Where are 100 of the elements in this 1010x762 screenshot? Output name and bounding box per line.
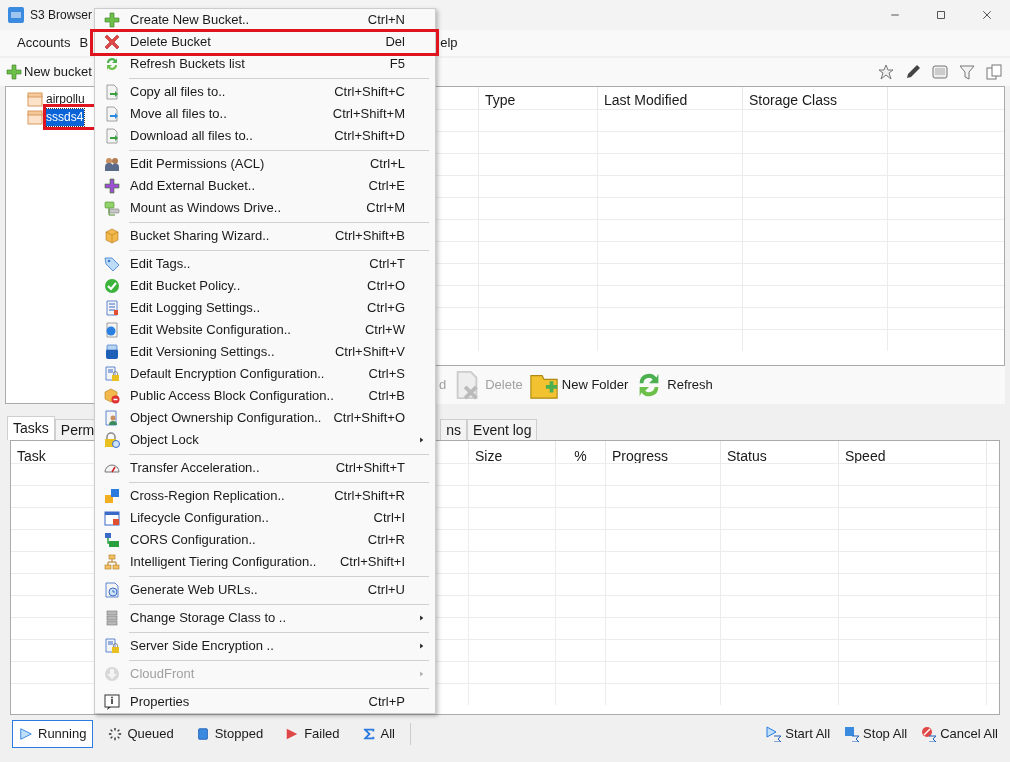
globe-document-icon [104, 322, 120, 338]
column-header[interactable]: Speed [839, 441, 987, 463]
cross-icon [104, 34, 120, 50]
squares-icon [104, 488, 120, 504]
bucket-icon [104, 344, 120, 360]
menu-item[interactable]: Change Storage Class to .. [95, 607, 435, 629]
filter-button[interactable] [958, 63, 975, 81]
copy-button[interactable] [985, 63, 1002, 81]
hierarchy-icon [104, 554, 120, 570]
down-arrow-icon [104, 666, 120, 682]
check-icon [104, 278, 120, 294]
menu-item[interactable]: Add External Bucket.. Ctrl+E [95, 175, 435, 197]
bucket-icon [27, 91, 43, 107]
tree-item[interactable]: sssds4 [45, 108, 85, 126]
computer-drive-icon [104, 200, 120, 216]
close-icon [981, 9, 993, 21]
star-icon [877, 64, 894, 80]
menu-item[interactable]: Create New Bucket.. Ctrl+N [95, 9, 435, 31]
refresh-icon [104, 56, 120, 72]
menu-item[interactable]: Public Access Block Configuration.. Ctrl+B [95, 385, 435, 407]
menu-item[interactable]: Bucket Sharing Wizard.. Ctrl+Shift+B [95, 225, 435, 247]
window-icon [931, 64, 948, 80]
filter-icon [958, 64, 975, 80]
spinner-icon [108, 727, 123, 741]
boxes-arrow-icon [104, 532, 120, 548]
plus-icon [104, 12, 120, 28]
menu-item[interactable]: Delete Bucket Del [95, 31, 435, 53]
document-arrow-icon [104, 128, 120, 144]
menu-item[interactable]: Edit Website Configuration.. Ctrl+W [95, 319, 435, 341]
menu-item[interactable]: Move all files to.. Ctrl+Shift+M [95, 103, 435, 125]
menu-item[interactable]: Default Encryption Configuration.. Ctrl+S [95, 363, 435, 385]
menu-item[interactable]: Lifecycle Configuration.. Ctrl+I [95, 507, 435, 529]
stop-icon [844, 726, 861, 742]
action-button[interactable]: Cancel All [921, 724, 998, 744]
tab[interactable]: Event log [467, 419, 538, 440]
server-icon [104, 610, 120, 626]
menu-item[interactable]: Generate Web URLs.. Ctrl+U [95, 579, 435, 601]
column-header[interactable]: Storage Class [743, 87, 888, 109]
menu-item[interactable]: Copy all files to.. Ctrl+Shift+C [95, 81, 435, 103]
new-bucket-button[interactable]: New bucket [6, 62, 92, 82]
column-header[interactable]: Progress [606, 441, 721, 463]
app-icon [8, 7, 24, 23]
menu-item[interactable]: Accounts [10, 33, 78, 53]
maximize-icon [935, 9, 947, 21]
copy-icon [985, 64, 1002, 80]
star-button[interactable] [877, 63, 894, 81]
menu-item[interactable]: Server Side Encryption .. [95, 635, 435, 657]
toolbar-button[interactable]: New Folder [528, 370, 629, 400]
filter-tab[interactable]: Failed [278, 720, 347, 748]
tab[interactable]: Tasks [7, 416, 55, 440]
document-arrow-icon [104, 106, 120, 122]
pencil-icon [904, 64, 921, 80]
column-header[interactable]: Type [479, 87, 598, 109]
document-lock-icon [104, 638, 120, 654]
tag-icon [104, 256, 120, 272]
calendar-icon [104, 510, 120, 526]
column-header[interactable]: % [556, 441, 606, 463]
menu-item[interactable]: Edit Versioning Settings.. Ctrl+Shift+V [95, 341, 435, 363]
document-lock-icon [104, 366, 120, 382]
menu-item[interactable]: Cross-Region Replication.. Ctrl+Shift+R [95, 485, 435, 507]
bucket-icon [27, 109, 43, 125]
menu-item[interactable]: Intelligent Tiering Configuration.. Ctrl+Shift+I [95, 551, 435, 573]
window-title: S3 Browser [30, 7, 93, 24]
filter-tab[interactable]: Queued [101, 720, 181, 748]
document-list-icon [104, 300, 120, 316]
menu-item[interactable]: Download all files to.. Ctrl+Shift+D [95, 125, 435, 147]
document-arrow-icon [104, 84, 120, 100]
plus-icon [6, 64, 22, 80]
stop-icon [195, 727, 210, 741]
sigma-icon [361, 727, 376, 741]
menu-item[interactable]: Edit Permissions (ACL) Ctrl+L [95, 153, 435, 175]
menu-item[interactable]: Refresh Buckets list F5 [95, 53, 435, 75]
document-clock-icon [104, 582, 120, 598]
pencil-button[interactable] [904, 63, 921, 81]
column-header[interactable]: Last Modified [598, 87, 743, 109]
menu-item[interactable]: Properties Ctrl+P [95, 691, 435, 713]
play-icon [766, 726, 783, 742]
filter-tab[interactable]: Stopped [188, 720, 271, 748]
toolbar-button[interactable]: Refresh [634, 370, 713, 400]
action-button[interactable]: Stop All [844, 724, 908, 744]
plus-icon [104, 178, 120, 194]
box-block-icon [104, 388, 120, 404]
menu-item[interactable]: Mount as Windows Drive.. Ctrl+M [95, 197, 435, 219]
menu-item[interactable]: Edit Tags.. Ctrl+T [95, 253, 435, 275]
menu-item[interactable]: Transfer Acceleration.. Ctrl+Shift+T [95, 457, 435, 479]
tab[interactable]: ns [440, 419, 468, 440]
action-button[interactable]: Start All [766, 724, 831, 744]
filter-tab[interactable]: Running [12, 720, 94, 748]
window-button[interactable] [931, 63, 948, 81]
tree-item[interactable]: airpollu [45, 90, 86, 108]
cancel-icon [921, 726, 938, 742]
play-icon [19, 727, 33, 741]
menu-item[interactable]: Edit Bucket Policy.. Ctrl+O [95, 275, 435, 297]
menu-item[interactable]: CORS Configuration.. Ctrl+R [95, 529, 435, 551]
filter-tab[interactable]: All [354, 720, 402, 748]
column-header[interactable]: Size [469, 441, 556, 463]
box-icon [104, 228, 120, 244]
column-header[interactable]: Status [721, 441, 839, 463]
menu-item[interactable]: Edit Logging Settings.. Ctrl+G [95, 297, 435, 319]
user-document-icon [104, 410, 120, 426]
